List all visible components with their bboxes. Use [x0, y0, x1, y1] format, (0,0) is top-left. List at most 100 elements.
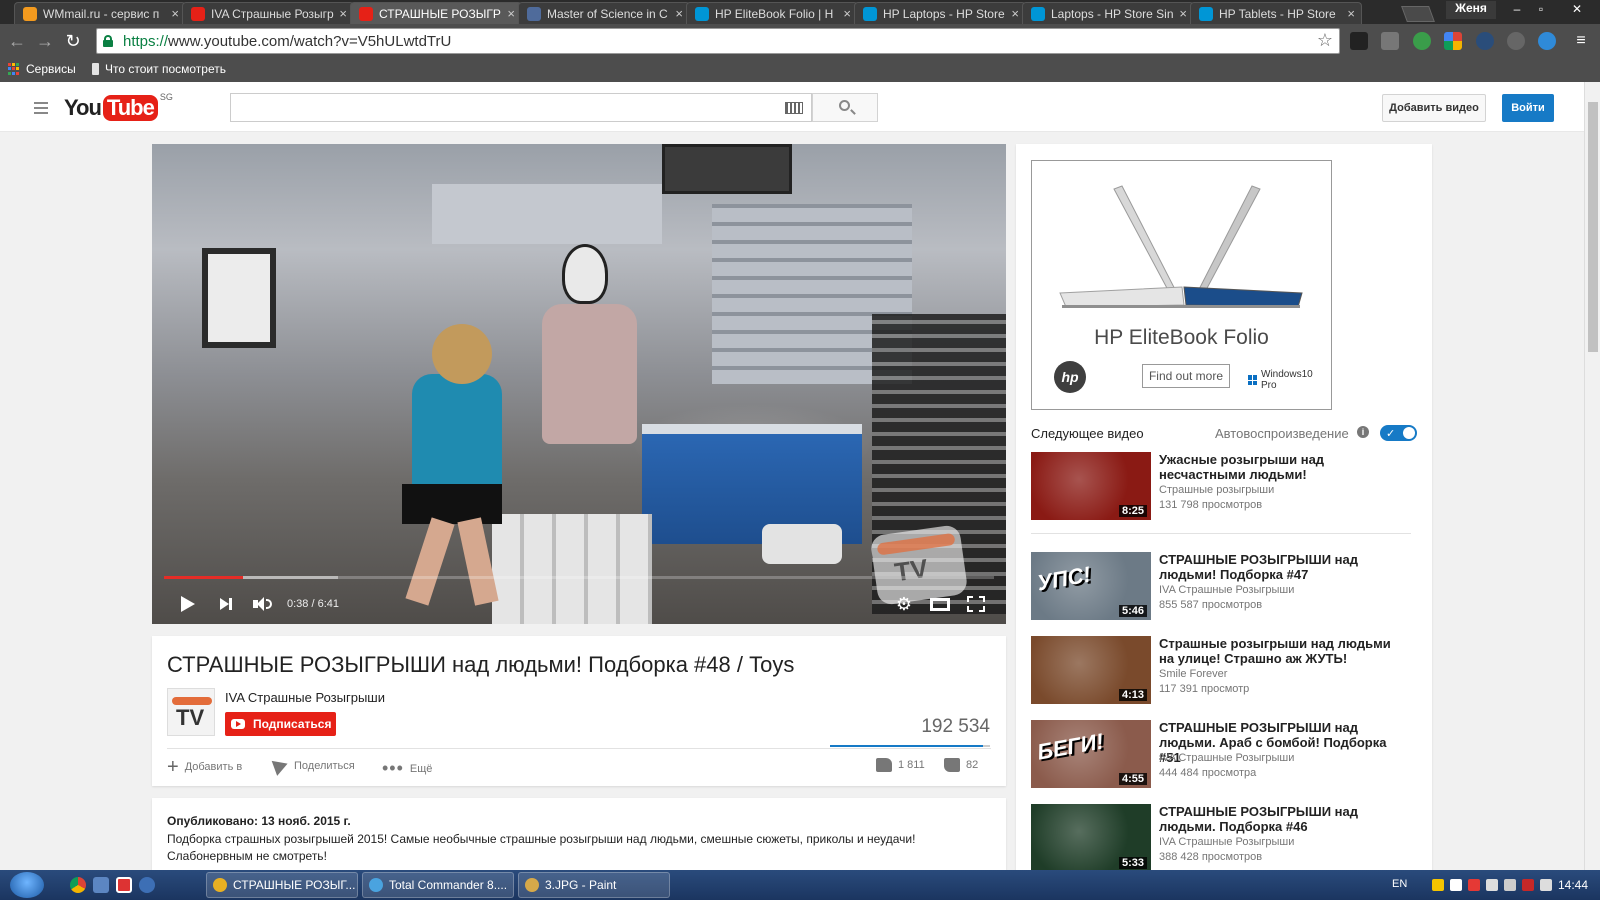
tab-title: HP Laptops - HP Store	[883, 6, 1005, 21]
close-tab-icon[interactable]: ×	[171, 6, 179, 21]
search-button[interactable]	[812, 93, 878, 122]
related-video-item[interactable]: БЕГИ! 4:55 СТРАШНЫЕ РОЗЫГРЫШИ над людьми. …	[1031, 720, 1411, 788]
play-button[interactable]	[176, 592, 200, 616]
like-button[interactable]: 1 811	[876, 758, 925, 772]
video-thumbnail[interactable]: БЕГИ! 4:55	[1031, 720, 1151, 788]
video-player[interactable]: TV 0:38 / 6:41 ⚙	[152, 144, 1006, 624]
close-tab-icon[interactable]: ×	[507, 6, 515, 21]
close-tab-icon[interactable]: ×	[1179, 6, 1187, 21]
next-button[interactable]	[214, 592, 238, 616]
dislike-button[interactable]: 82	[944, 758, 978, 772]
info-icon[interactable]: i	[1357, 426, 1369, 438]
related-video-item[interactable]: УПС! 5:46 СТРАШНЫЕ РОЗЫГРЫШИ над людьми! П…	[1031, 552, 1411, 620]
find-out-more-button[interactable]: Find out more	[1142, 364, 1230, 388]
extension-icon-3[interactable]	[1444, 32, 1462, 50]
close-tab-icon[interactable]: ×	[1347, 6, 1355, 21]
reload-icon[interactable]: ↻	[62, 30, 84, 52]
ie-pinned-icon[interactable]	[139, 877, 155, 893]
forward-icon[interactable]: →	[34, 30, 56, 52]
browser-tab[interactable]: HP Laptops - HP Store ×	[854, 2, 1026, 24]
volume-tray-icon[interactable]	[1486, 879, 1498, 891]
sign-in-button[interactable]: Войти	[1502, 94, 1554, 122]
bookmark-item[interactable]: Что стоит посмотреть	[92, 62, 226, 76]
search-input[interactable]	[230, 93, 812, 122]
browser-tab[interactable]: СТРАШНЫЕ РОЗЫГР ×	[350, 2, 522, 24]
browser-tab[interactable]: Master of Science in C ×	[518, 2, 690, 24]
start-button[interactable]	[10, 872, 44, 898]
related-video-title[interactable]: Ужасные розыгрыши над несчастными людьми…	[1159, 452, 1409, 482]
browser-tab[interactable]: IVA Страшные Розыгр ×	[182, 2, 354, 24]
taskbar-clock[interactable]: 14:44	[1558, 878, 1588, 892]
browser-tab[interactable]: Laptops - HP Store Sin ×	[1022, 2, 1194, 24]
taskbar-window-button[interactable]: 3.JPG - Paint	[518, 872, 670, 898]
restore-icon[interactable]: ▫	[1530, 0, 1552, 18]
video-thumbnail[interactable]: 8:25	[1031, 452, 1151, 520]
share-button[interactable]: Поделиться	[271, 756, 355, 776]
taskbar-window-button[interactable]: Total Commander 8....	[362, 872, 514, 898]
chrome-pinned-icon[interactable]	[70, 877, 86, 893]
hp-advertisement[interactable]: HP EliteBook Folio hp Find out more Wind…	[1031, 160, 1332, 410]
page-scrollbar[interactable]	[1584, 82, 1600, 870]
add-to-button[interactable]: + Добавить в	[167, 757, 242, 777]
autoplay-toggle[interactable]: ✓	[1380, 425, 1417, 441]
extension-globe-icon[interactable]	[1413, 32, 1431, 50]
browser-tab[interactable]: HP Tablets - HP Store ×	[1190, 2, 1362, 24]
tray-icon[interactable]	[1522, 879, 1534, 891]
close-tab-icon[interactable]: ×	[339, 6, 347, 21]
close-tab-icon[interactable]: ×	[675, 6, 683, 21]
back-icon[interactable]: ←	[6, 30, 28, 52]
scrollbar-thumb[interactable]	[1588, 102, 1598, 352]
tray-icon[interactable]	[1432, 879, 1444, 891]
app-icon	[213, 878, 227, 892]
minimize-icon[interactable]: –	[1506, 0, 1528, 18]
theater-mode-button[interactable]	[928, 592, 952, 616]
tray-icon[interactable]	[1540, 879, 1552, 891]
related-video-item[interactable]: 5:33 СТРАШНЫЕ РОЗЫГРЫШИ над людьми. Подбо…	[1031, 804, 1411, 872]
extension-icon-1[interactable]	[1350, 32, 1368, 50]
video-thumbnail[interactable]: 5:33	[1031, 804, 1151, 872]
extension-icon-2[interactable]	[1381, 32, 1399, 50]
video-thumbnail[interactable]: 4:13	[1031, 636, 1151, 704]
related-video-item[interactable]: 8:25 Ужасные розыгрыши над несчастными лю…	[1031, 452, 1411, 520]
browser-tab[interactable]: HP EliteBook Folio | H ×	[686, 2, 858, 24]
new-tab-button[interactable]	[1401, 6, 1435, 22]
tray-icon[interactable]	[1468, 879, 1480, 891]
guide-menu-icon[interactable]	[34, 102, 48, 114]
related-video-title[interactable]: СТРАШНЫЕ РОЗЫГРЫШИ над людьми. Подборка …	[1159, 804, 1409, 834]
keyboard-icon[interactable]	[785, 102, 803, 114]
progress-bar[interactable]	[164, 576, 994, 579]
upload-video-button[interactable]: Добавить видео	[1382, 94, 1486, 122]
extension-play-icon[interactable]	[1507, 32, 1525, 50]
address-bar[interactable]: https://www.youtube.com/watch?v=V5hULwtd…	[96, 28, 1340, 54]
video-thumbnail[interactable]: УПС! 5:46	[1031, 552, 1151, 620]
settings-gear-icon[interactable]: ⚙	[892, 592, 916, 616]
fullscreen-button[interactable]	[964, 592, 988, 616]
network-tray-icon[interactable]	[1504, 879, 1516, 891]
profile-button[interactable]: Женя	[1446, 1, 1496, 19]
extension-icon-4[interactable]	[1476, 32, 1494, 50]
close-tab-icon[interactable]: ×	[1011, 6, 1019, 21]
more-button[interactable]: ••• Ещё	[382, 758, 432, 779]
bookmark-star-icon[interactable]: ☆	[1317, 30, 1333, 51]
related-video-title[interactable]: Страшные розыгрыши над людьми на улице! …	[1159, 636, 1409, 666]
mute-button[interactable]	[250, 592, 274, 616]
related-video-item[interactable]: 4:13 Страшные розыгрыши над людьми на ули…	[1031, 636, 1411, 704]
extension-icon-5[interactable]	[1538, 32, 1556, 50]
bookmark-apps[interactable]: Сервисы	[8, 62, 76, 76]
subscribe-button[interactable]: Подписаться	[225, 712, 336, 736]
channel-avatar[interactable]: TV	[167, 688, 215, 736]
close-window-icon[interactable]: ✕	[1554, 0, 1600, 18]
favicon-icon	[695, 6, 709, 21]
tray-icon[interactable]	[1450, 879, 1462, 891]
browser-tab[interactable]: WMmail.ru - сервис п ×	[14, 2, 186, 24]
menu-icon[interactable]: ≡	[1570, 30, 1592, 52]
channel-name[interactable]: IVA Страшные Розыгрыши	[225, 690, 385, 705]
language-indicator[interactable]: EN	[1392, 878, 1407, 890]
close-tab-icon[interactable]: ×	[843, 6, 851, 21]
youtube-logo[interactable]: You Tube SG	[64, 92, 173, 122]
related-video-title[interactable]: СТРАШНЫЕ РОЗЫГРЫШИ над людьми! Подборка …	[1159, 552, 1409, 582]
description-card: Опубликовано: 13 нояб. 2015 г. Подборка …	[152, 798, 1006, 878]
pinned-app-icon[interactable]	[116, 877, 132, 893]
taskbar-window-button[interactable]: СТРАШНЫЕ РОЗЫГ...	[206, 872, 358, 898]
explorer-pinned-icon[interactable]	[93, 877, 109, 893]
